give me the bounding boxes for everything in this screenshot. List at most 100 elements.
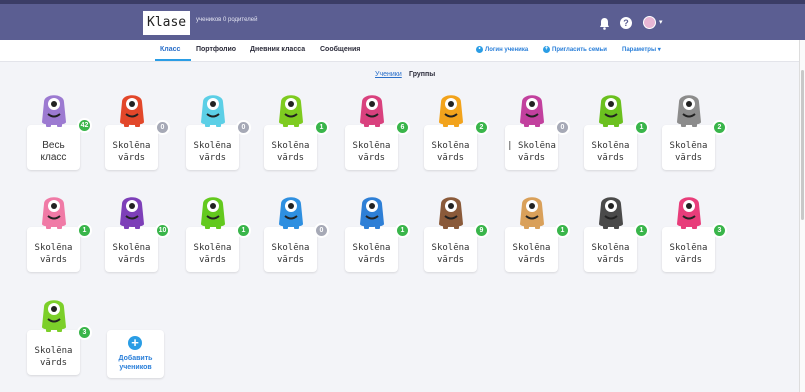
student-name: Skolēna vārds: [34, 346, 73, 368]
points-badge: 0: [314, 223, 329, 238]
monster-avatar-icon: [42, 300, 66, 332]
monster-avatar-icon: [279, 95, 303, 127]
student-card[interactable]: Skolēna vārds: [27, 227, 80, 272]
student-login-link[interactable]: • Логин ученика: [476, 46, 528, 53]
student-card[interactable]: Skolēna vārds: [662, 125, 715, 170]
points-badge: 1: [77, 223, 92, 238]
whole-class-label: Весь класс: [40, 140, 67, 163]
points-badge: 2: [474, 120, 489, 135]
student-card[interactable]: Skolēna vārds: [424, 227, 477, 272]
points-badge: 0: [155, 120, 170, 135]
monster-avatar-icon: [439, 197, 463, 229]
student-name: Skolēna vārds: [669, 243, 708, 265]
student-name: | Skolēna vārds: [507, 141, 556, 163]
student-name: Skolēna vārds: [352, 141, 391, 163]
points-badge: 1: [634, 120, 649, 135]
monster-avatar-icon: [360, 197, 384, 229]
points-badge: 0: [555, 120, 570, 135]
plus-icon: +: [128, 336, 142, 350]
student-card[interactable]: Skolēna vārds: [662, 227, 715, 272]
points-badge: 1: [395, 223, 410, 238]
student-name: Skolēna vārds: [34, 243, 73, 265]
points-badge: 0: [236, 120, 251, 135]
student-card[interactable]: Skolēna vārds: [264, 227, 317, 272]
student-card[interactable]: Skolēna vārds: [186, 125, 239, 170]
student-card[interactable]: | Skolēna vārds: [505, 125, 558, 170]
add-students-label: Добавить учеников: [118, 355, 153, 371]
student-name: Skolēna vārds: [352, 243, 391, 265]
student-name: Skolēna vārds: [271, 141, 310, 163]
student-name: Skolēna vārds: [512, 243, 551, 265]
students-toggle[interactable]: Ученики: [375, 71, 402, 78]
monster-avatar-icon: [201, 95, 225, 127]
student-name: Skolēna vārds: [193, 141, 232, 163]
whole-class-avatars-icon: [42, 95, 66, 127]
student-card[interactable]: Skolēna vārds: [505, 227, 558, 272]
student-name: Skolēna vārds: [431, 243, 470, 265]
whole-class-card[interactable]: Весь класс: [27, 125, 80, 170]
users-icon: •: [476, 46, 483, 53]
points-badge: 10: [155, 223, 170, 238]
student-name: Skolēna vārds: [591, 141, 630, 163]
tab-class-story[interactable]: Дневник класса: [250, 46, 305, 53]
student-card[interactable]: Skolēna vārds: [105, 227, 158, 272]
tab-class[interactable]: Класс: [160, 46, 180, 53]
class-title[interactable]: Klase: [143, 11, 191, 35]
points-badge: 3: [712, 223, 727, 238]
student-card[interactable]: Skolēna vārds: [186, 227, 239, 272]
points-badge: 1: [314, 120, 329, 135]
bell-icon[interactable]: [599, 17, 610, 30]
monster-avatar-icon: [120, 197, 144, 229]
points-badge: 1: [236, 223, 251, 238]
scrollbar[interactable]: [799, 40, 805, 392]
student-name: Skolēna vārds: [193, 243, 232, 265]
student-name: Skolēna vārds: [112, 243, 151, 265]
points-badge: 1: [555, 223, 570, 238]
student-card[interactable]: Skolēna vārds: [584, 125, 637, 170]
student-name: Skolēna vārds: [271, 243, 310, 265]
monster-avatar-icon: [520, 197, 544, 229]
top-bar: Klase учеников 0 родителей ? ▾: [0, 0, 805, 40]
points-badge: 42: [77, 118, 92, 133]
points-badge: 9: [474, 223, 489, 238]
tab-portfolio[interactable]: Портфолио: [196, 46, 236, 53]
student-card[interactable]: Skolēna vārds: [345, 227, 398, 272]
monster-avatar-icon: [677, 95, 701, 127]
monster-avatar-icon: [439, 95, 463, 127]
student-card[interactable]: Skolēna vārds: [264, 125, 317, 170]
student-card[interactable]: Skolēna vārds: [345, 125, 398, 170]
student-name: Skolēna vārds: [591, 243, 630, 265]
help-icon[interactable]: ?: [620, 17, 632, 29]
student-card[interactable]: Skolēna vārds: [584, 227, 637, 272]
sub-navigation: Класс Портфолио Дневник класса Сообщения…: [0, 40, 805, 62]
student-name: Skolēna vārds: [669, 141, 708, 163]
add-students-button[interactable]: + Добавить учеников: [107, 330, 164, 378]
student-card[interactable]: Skolēna vārds: [27, 330, 80, 375]
monster-avatar-icon: [279, 197, 303, 229]
monster-avatar-icon: [677, 197, 701, 229]
points-badge: 6: [395, 120, 410, 135]
student-name: Skolēna vārds: [431, 141, 470, 163]
monster-avatar-icon: [599, 95, 623, 127]
scrollbar-thumb[interactable]: [801, 70, 804, 220]
monster-avatar-icon: [599, 197, 623, 229]
student-card[interactable]: Skolēna vārds: [424, 125, 477, 170]
groups-toggle[interactable]: Группы: [409, 71, 435, 78]
monster-avatar-icon: [120, 95, 144, 127]
student-card[interactable]: Skolēna vārds: [105, 125, 158, 170]
chevron-down-icon[interactable]: ▾: [659, 18, 663, 26]
monster-avatar-icon: [42, 197, 66, 229]
points-badge: 1: [634, 223, 649, 238]
student-name: Skolēna vārds: [112, 141, 151, 163]
points-badge: 3: [77, 325, 92, 340]
active-tab-indicator: [155, 59, 191, 61]
invite-families-link[interactable]: + Пригласить семьи: [543, 46, 607, 53]
monster-avatar-icon: [360, 95, 384, 127]
points-badge: 2: [712, 120, 727, 135]
tab-messages[interactable]: Сообщения: [320, 46, 360, 53]
class-subtitle: учеников 0 родителей: [196, 17, 258, 23]
settings-link[interactable]: Параметры ▾: [622, 46, 661, 53]
avatar[interactable]: [643, 16, 656, 29]
monster-avatar-icon: [201, 197, 225, 229]
plus-icon: +: [543, 46, 550, 53]
